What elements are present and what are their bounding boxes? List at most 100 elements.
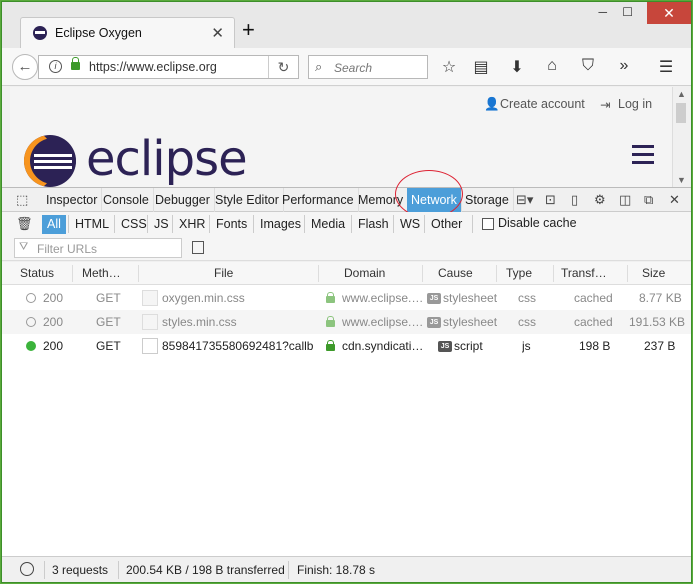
search-input[interactable]: ⌕ Search: [308, 55, 428, 79]
devtools-toolbar: ⬚ Inspector Console Debugger Style Edito…: [2, 187, 691, 212]
col-transferred[interactable]: Transf…: [561, 262, 607, 285]
url-filter-bar: ⛛ Filter URLs: [2, 236, 691, 261]
cell-method: GET: [96, 315, 121, 329]
js-badge-icon: JS: [427, 293, 441, 304]
create-account-link[interactable]: Create account: [500, 97, 585, 111]
filter-js[interactable]: JS: [149, 215, 174, 234]
filter-html[interactable]: HTML: [70, 215, 114, 234]
cell-method: GET: [96, 339, 121, 353]
cell-domain: www.eclipse.…: [342, 291, 422, 305]
col-domain[interactable]: Domain: [344, 262, 385, 285]
settings-gear-icon[interactable]: ⚙: [594, 192, 606, 208]
back-button[interactable]: ←: [12, 54, 38, 80]
file-thumbnail-icon: [142, 290, 158, 306]
filter-images[interactable]: Images: [255, 215, 306, 234]
split-console-icon[interactable]: ⊡: [545, 192, 556, 208]
undock-icon[interactable]: ⧉: [644, 192, 653, 208]
tab-performance[interactable]: Performance: [278, 188, 359, 212]
page-scrollbar[interactable]: ▲ ▼: [672, 87, 689, 187]
network-summary-bar: 3 requests 200.54 KB / 198 B transferred…: [2, 556, 691, 582]
cell-status: 200: [43, 291, 64, 305]
cell-status: 200: [43, 315, 64, 329]
finish-time: Finish: 18.78 s: [297, 563, 376, 577]
url-text[interactable]: https://www.eclipse.org: [89, 60, 217, 74]
filter-urls-placeholder: Filter URLs: [37, 242, 98, 256]
reload-performance-icon[interactable]: [20, 562, 34, 576]
scroll-down-icon[interactable]: ▼: [677, 175, 686, 185]
filter-fonts[interactable]: Fonts: [211, 215, 252, 234]
menu-icon[interactable]: ☰: [656, 57, 676, 77]
pocket-icon[interactable]: ⛉: [578, 57, 598, 75]
tab-title: Eclipse Oxygen: [55, 26, 142, 40]
tab-close-icon[interactable]: ✕: [211, 24, 224, 42]
downloads-icon[interactable]: ⬇: [507, 57, 527, 77]
element-picker-icon[interactable]: ⬚: [16, 192, 28, 208]
clear-trash-icon[interactable]: 🗑: [16, 216, 33, 232]
filter-icon: ⛛: [19, 241, 29, 253]
overflow-chevron-icon[interactable]: »: [614, 57, 634, 75]
filter-urls-input[interactable]: ⛛ Filter URLs: [14, 238, 182, 258]
tab-style-editor[interactable]: Style Editor: [211, 188, 284, 212]
filter-flash[interactable]: Flash: [353, 215, 394, 234]
filter-all[interactable]: All: [42, 215, 66, 234]
cell-method: GET: [96, 291, 121, 305]
search-icon: ⌕: [315, 59, 323, 74]
maximize-icon[interactable]: ☐: [622, 5, 633, 19]
navigation-bar: i https://www.eclipse.org ↻ ← ⌕ Search ☆…: [2, 48, 691, 86]
scroll-up-icon[interactable]: ▲: [677, 89, 686, 99]
table-row[interactable]: 200 GET oxygen.min.css www.eclipse.… JS …: [2, 286, 691, 310]
col-file[interactable]: File: [214, 262, 233, 285]
brand-wordmark[interactable]: eclipse: [86, 131, 248, 187]
cell-type: css: [518, 315, 536, 329]
network-filter-bar: 🗑 All HTML CSS JS XHR Fonts Images Media…: [2, 212, 691, 236]
eclipse-logo-icon[interactable]: [24, 135, 76, 187]
disable-cache-label[interactable]: Disable cache: [498, 216, 577, 230]
page-content: 👤 Create account ⇥ Log in eclipse: [10, 87, 672, 187]
performance-analysis-icon[interactable]: [192, 241, 204, 254]
requests-table: Status Meth… File Domain Cause Type Tran…: [2, 262, 691, 556]
cell-cause: stylesheet: [443, 315, 498, 329]
home-icon[interactable]: ⌂: [542, 57, 562, 75]
reload-icon[interactable]: ↻: [268, 56, 298, 78]
dock-side-icon[interactable]: ◫: [619, 192, 631, 208]
secure-lock-icon: [326, 292, 335, 303]
table-row[interactable]: 200 GET 859841735580692481?callba… cdn.s…: [2, 334, 691, 358]
col-status[interactable]: Status: [20, 262, 54, 285]
col-size[interactable]: Size: [642, 262, 665, 285]
filter-media[interactable]: Media: [306, 215, 350, 234]
responsive-design-icon[interactable]: ▯: [571, 192, 578, 208]
devtools-close-icon[interactable]: ✕: [669, 192, 680, 208]
search-placeholder: Search: [334, 61, 373, 75]
reading-list-icon[interactable]: ▤: [471, 57, 491, 77]
file-thumbnail-icon: [142, 314, 158, 330]
site-menu-icon[interactable]: [632, 145, 654, 169]
bookmark-star-icon[interactable]: ☆: [439, 57, 459, 77]
window-close-button[interactable]: ✕: [647, 2, 691, 24]
layout-dropdown-icon[interactable]: ⊟▾: [516, 192, 533, 208]
transfer-total: 200.54 KB / 198 B transferred: [126, 563, 285, 577]
table-row[interactable]: 200 GET styles.min.css www.eclipse.… JS …: [2, 310, 691, 334]
file-thumbnail-icon: [142, 338, 158, 354]
minimize-icon[interactable]: ─: [598, 5, 607, 19]
scroll-thumb[interactable]: [676, 103, 686, 123]
disable-cache-checkbox[interactable]: [482, 218, 494, 230]
new-tab-button[interactable]: +: [242, 19, 255, 41]
tab-inspector[interactable]: Inspector: [42, 188, 103, 212]
highlight-annotation-circle: [395, 170, 463, 218]
tab-console[interactable]: Console: [99, 188, 154, 212]
col-cause[interactable]: Cause: [438, 262, 473, 285]
col-method[interactable]: Meth…: [82, 262, 121, 285]
url-bar[interactable]: i https://www.eclipse.org ↻: [38, 55, 299, 79]
login-link[interactable]: Log in: [618, 97, 652, 111]
tab-storage[interactable]: Storage: [461, 188, 514, 212]
cell-status: 200: [43, 339, 64, 353]
col-type[interactable]: Type: [506, 262, 532, 285]
filter-ws[interactable]: WS: [395, 215, 425, 234]
cell-cause: script: [454, 339, 483, 353]
site-info-icon[interactable]: i: [49, 60, 62, 73]
tab-debugger[interactable]: Debugger: [151, 188, 215, 212]
filter-other[interactable]: Other: [426, 215, 467, 234]
filter-xhr[interactable]: XHR: [174, 215, 210, 234]
browser-tab[interactable]: Eclipse Oxygen ✕: [20, 17, 235, 49]
browser-window: Eclipse Oxygen ✕ + ─ ☐ ✕ i https://www.e…: [1, 1, 692, 583]
